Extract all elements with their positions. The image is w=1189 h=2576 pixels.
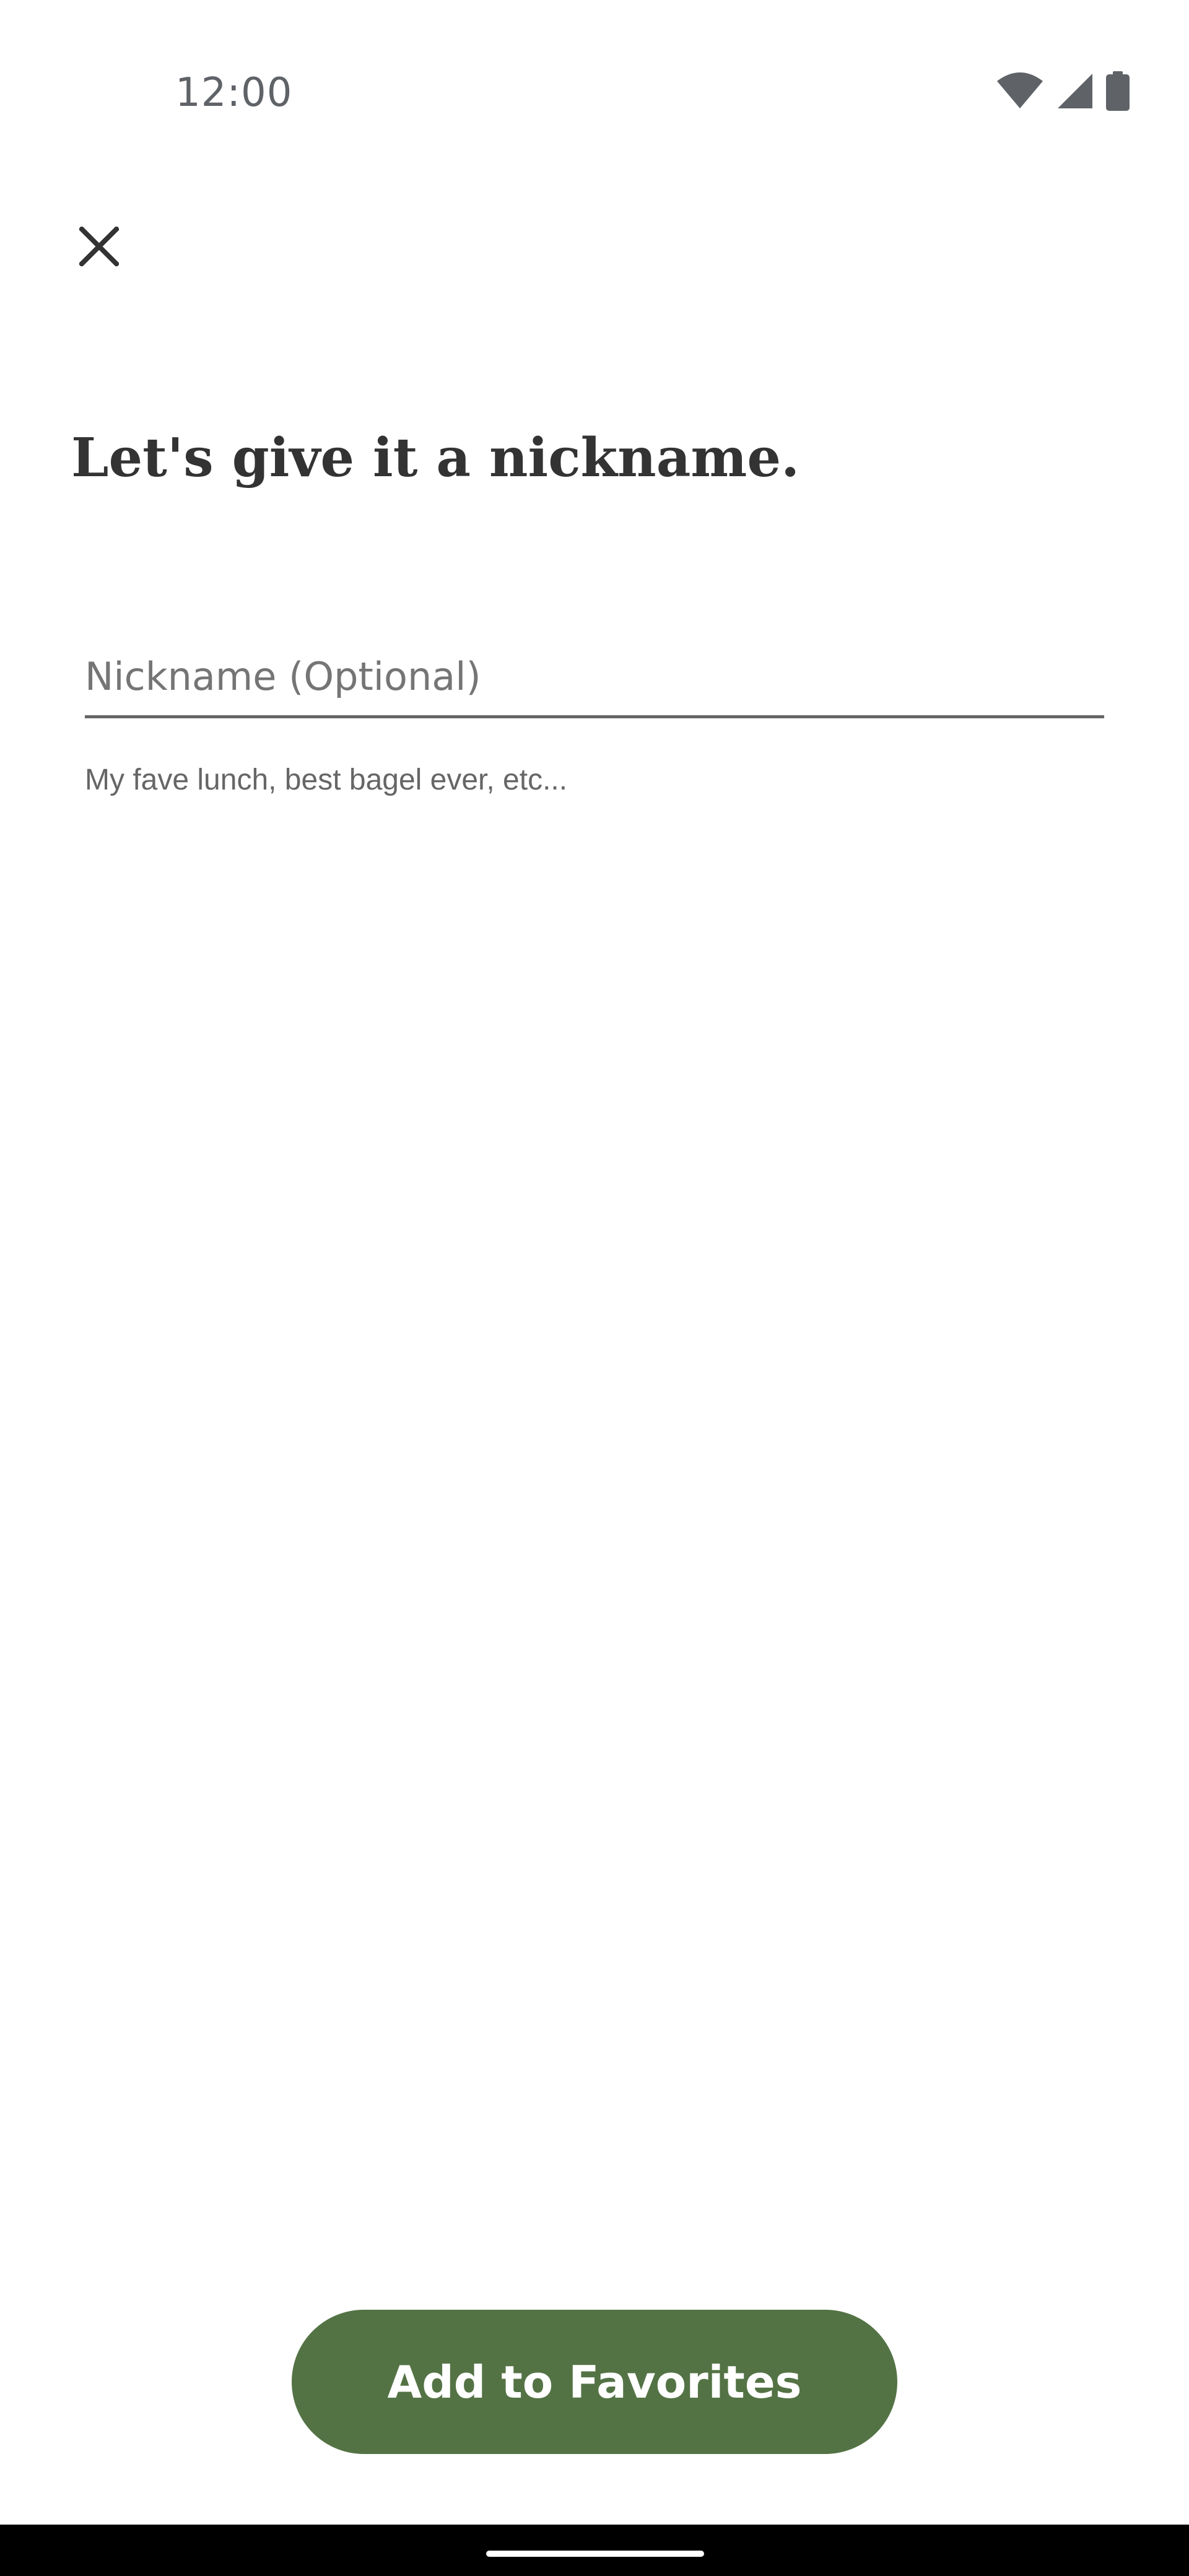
- nickname-input[interactable]: [85, 638, 1104, 718]
- nickname-helper-text: My fave lunch, best bagel ever, etc...: [85, 764, 568, 796]
- battery-icon: [1106, 71, 1130, 111]
- wifi-icon: [996, 72, 1044, 110]
- status-bar: 12:00: [0, 0, 1189, 186]
- nickname-field: [85, 638, 1104, 721]
- home-handle[interactable]: [486, 2551, 704, 2557]
- close-icon: [78, 225, 120, 269]
- status-icons: [996, 69, 1130, 113]
- status-time: 12:00: [175, 70, 293, 116]
- add-to-favorites-button[interactable]: Add to Favorites: [292, 2310, 897, 2454]
- close-button[interactable]: [62, 211, 136, 285]
- signal-icon: [1056, 72, 1094, 110]
- page-title: Let's give it a nickname.: [71, 427, 800, 489]
- navigation-bar: [0, 2525, 1189, 2576]
